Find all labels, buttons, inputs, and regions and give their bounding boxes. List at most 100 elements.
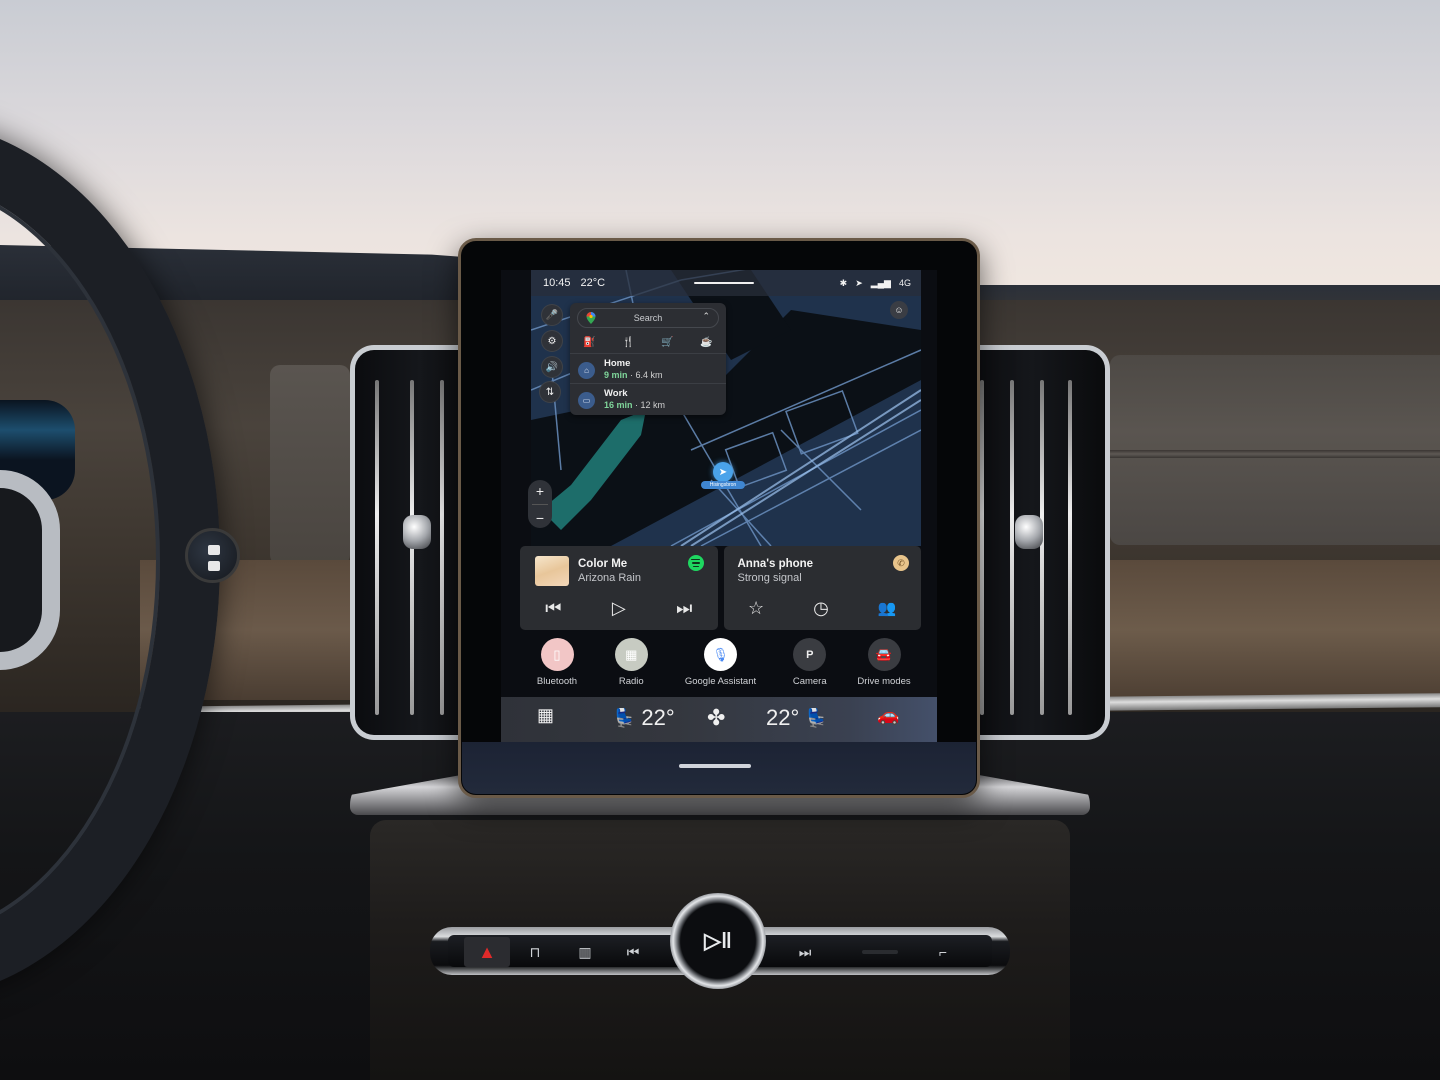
contacts-button[interactable]: 👥	[878, 599, 897, 617]
app-grid-button[interactable]: ▦	[537, 705, 554, 726]
notification-handle[interactable]	[694, 282, 754, 284]
passenger-temp-value: 22°	[766, 705, 800, 730]
air-vent-right	[960, 345, 1110, 740]
volume-button[interactable]: 🔊	[541, 356, 563, 378]
app-label: Drive modes	[857, 676, 911, 687]
app-dock: ▯ Bluetooth ▦ Radio 🎙 Google Assistant P…	[520, 638, 921, 690]
location-icon: ➤	[855, 277, 863, 288]
stalk-icon	[208, 561, 220, 571]
zoom-control: + −	[528, 480, 552, 528]
driver-temp-value: 22°	[641, 705, 675, 730]
hazard-button[interactable]: ▲	[464, 937, 510, 967]
collapse-icon[interactable]: ⌃	[702, 311, 710, 322]
hazard-icon: ▲	[478, 941, 496, 962]
app-label: Radio	[618, 676, 644, 687]
passenger-temperature[interactable]: 22° 💺	[766, 705, 828, 731]
bluetooth-icon: ✱	[839, 277, 848, 288]
current-location-icon: ➤	[713, 462, 733, 482]
vent-knob[interactable]	[403, 515, 431, 549]
app-bluetooth[interactable]: ▯ Bluetooth	[524, 638, 590, 690]
gas-station-icon[interactable]: ⛽	[583, 337, 595, 348]
voice-search-button[interactable]: 🎤	[541, 304, 563, 326]
vent-knob[interactable]	[1015, 515, 1043, 549]
fan-icon: ✤	[707, 705, 726, 730]
steering-wheel-hub	[0, 470, 60, 670]
car-icon: 🚗	[877, 705, 900, 725]
favorites-button[interactable]: ☆	[748, 598, 764, 619]
previous-track-button[interactable]: ⏮	[545, 598, 561, 619]
distance: · 12 km	[635, 400, 666, 410]
next-track-hw-button[interactable]: ⏭	[782, 937, 828, 967]
app-google-assistant[interactable]: 🎙 Google Assistant	[673, 638, 769, 690]
phone-card[interactable]: Anna's phone Strong signal ✆ ☆ ◷ 👥	[723, 546, 921, 630]
climate-bar: ▦ 💺 22° ✤ 22° 💺 🚗	[501, 697, 937, 742]
app-drive-modes[interactable]: 🚘 Drive modes	[851, 638, 917, 690]
track-artist: Arizona Rain	[578, 572, 641, 584]
next-icon: ⏭	[798, 943, 812, 960]
rear-defrost-button[interactable]: ▥	[562, 937, 608, 967]
phone-icon: ✆	[893, 555, 909, 571]
route-icon: ⇅	[545, 386, 555, 398]
google-assistant-icon: 🎙	[704, 638, 737, 671]
parking-camera-icon: P	[793, 638, 827, 671]
settings-button[interactable]: ⚙	[541, 330, 563, 352]
drive-modes-icon: 🚘	[867, 638, 901, 671]
driver-temperature[interactable]: 💺 22°	[613, 705, 675, 731]
category-shortcuts: ⛽ 🍴 🛒 ☕	[570, 333, 726, 351]
stalk-icon	[208, 545, 220, 555]
infotainment-screen: 10:45 22°C ✱ ➤ ▂▄▆ 4G 🎤 ⚙ 🔊 ⇅ Search ⌃ ⛽…	[501, 270, 937, 742]
google-maps-icon	[586, 312, 596, 324]
home-gesture-bar[interactable]	[679, 764, 751, 768]
next-track-button[interactable]: ⏭	[676, 598, 692, 619]
current-location-label: Hisingsbron	[701, 481, 745, 489]
album-art	[535, 556, 569, 586]
destination-work[interactable]: ▭ Work 16 min · 12 km	[570, 383, 726, 415]
destination-name: Home	[604, 358, 631, 369]
search-placeholder: Search	[633, 313, 663, 323]
track-title: Color Me	[578, 558, 628, 570]
blank-button[interactable]	[840, 937, 920, 967]
volume-play-pause-knob[interactable]: ▷‖	[670, 893, 766, 989]
steering-stalk-button[interactable]	[185, 528, 240, 583]
fabric-trim-left	[270, 365, 350, 565]
play-button[interactable]: ▷	[612, 598, 626, 619]
previous-icon: ⏮	[626, 943, 640, 960]
previous-track-hw-button[interactable]: ⏮	[610, 937, 656, 967]
vent-slat	[440, 380, 444, 715]
front-defrost-icon: ⊓	[529, 943, 541, 960]
app-camera[interactable]: P Camera	[777, 638, 843, 690]
volume-icon: 🔊	[545, 361, 559, 373]
home-icon: ⌂	[578, 362, 595, 379]
outside-temperature: 22°C	[580, 277, 606, 289]
cafe-icon[interactable]: ☕	[700, 337, 712, 348]
seat-icon: ⌐	[938, 944, 948, 960]
front-defrost-button[interactable]: ⊓	[512, 937, 558, 967]
destination-home[interactable]: ⌂ Home 9 min · 6.4 km	[570, 353, 726, 385]
driver-seat-icon: 💺	[613, 707, 636, 728]
seat-settings-button[interactable]: ⌐	[920, 937, 966, 967]
profile-button[interactable]: ☺	[890, 301, 908, 319]
travel-time: 16 min	[604, 400, 633, 410]
app-radio[interactable]: ▦ Radio	[598, 638, 664, 690]
search-input[interactable]: Search ⌃	[577, 308, 719, 328]
route-options-button[interactable]: ⇅	[539, 381, 561, 403]
vent-slat	[375, 380, 379, 715]
microphone-icon: 🎤	[545, 309, 559, 321]
fabric-trim-right	[1110, 355, 1440, 545]
play-pause-icon: ▷‖	[704, 928, 732, 953]
profile-icon: ☺	[894, 305, 904, 315]
phone-status: Strong signal	[737, 572, 802, 584]
fan-button[interactable]: ✤	[707, 705, 725, 731]
zoom-in-button[interactable]: +	[536, 483, 544, 499]
signal-icon: ▂▄▆	[870, 277, 891, 288]
car-settings-button[interactable]: 🚗	[877, 705, 899, 726]
destination-meta: 9 min · 6.4 km	[604, 370, 663, 380]
media-card[interactable]: Color Me Arizona Rain ⏮ ▷ ⏭	[520, 546, 718, 630]
zoom-out-button[interactable]: −	[536, 510, 544, 526]
vent-slat	[1010, 380, 1014, 715]
shopping-cart-icon[interactable]: 🛒	[661, 337, 673, 348]
rear-defrost-icon: ▥	[578, 943, 592, 960]
app-label: Camera	[792, 676, 827, 687]
restaurant-icon[interactable]: 🍴	[622, 337, 634, 348]
recent-calls-button[interactable]: ◷	[813, 598, 829, 619]
